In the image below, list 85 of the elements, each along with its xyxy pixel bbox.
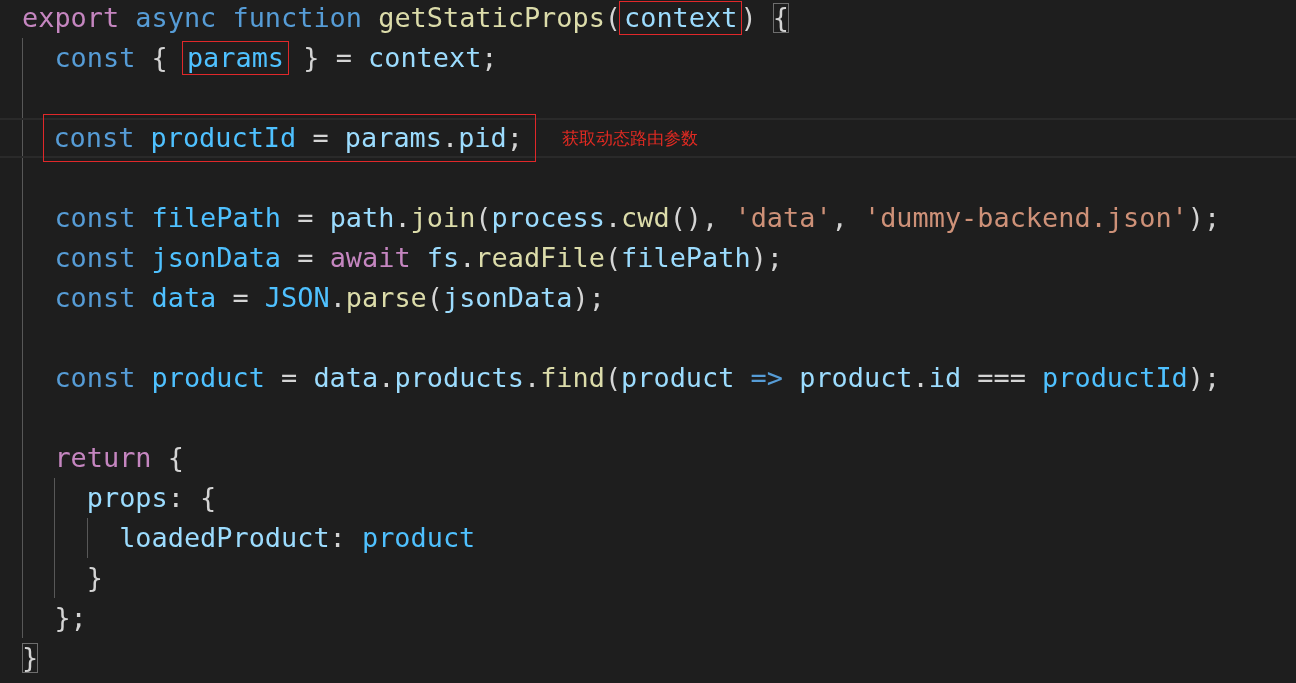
annotation-text: 获取动态路由参数 <box>561 126 698 150</box>
code-text: filePath <box>151 202 282 234</box>
code-text: => <box>750 362 783 394</box>
code-text: (), <box>669 202 719 234</box>
code-text: export <box>22 2 120 34</box>
code-text: = <box>297 202 314 234</box>
code-text: const <box>53 122 135 154</box>
code-text: productId <box>150 122 297 154</box>
code-text: process <box>491 202 605 234</box>
code-text: 'dummy-backend.json' <box>863 202 1188 234</box>
code-text: product <box>151 362 265 394</box>
code-text: async <box>135 2 217 34</box>
code-text: getStaticProps <box>378 2 605 34</box>
code-text: = <box>232 282 249 314</box>
code-text: ); <box>572 282 605 314</box>
code-text: data <box>151 282 217 314</box>
code-text: ( <box>426 282 443 314</box>
code-text: loadedProduct <box>119 522 330 554</box>
code-text: const <box>54 362 136 394</box>
code-text: = <box>312 122 329 154</box>
code-text: product <box>362 522 476 554</box>
code-text: . <box>378 362 395 394</box>
code-text: ; <box>481 42 498 74</box>
code-text: return <box>54 442 152 474</box>
code-text: } <box>22 642 39 674</box>
code-text: , <box>831 202 848 234</box>
code-text: : <box>167 482 184 514</box>
code-text: jsonData <box>151 242 282 274</box>
code-text: ( <box>475 202 492 234</box>
code-text: . <box>441 122 459 154</box>
code-text: id <box>928 362 962 394</box>
code-text: . <box>459 242 476 274</box>
code-text: = <box>335 42 352 74</box>
code-text: await <box>329 242 411 274</box>
code-text: const <box>54 242 136 274</box>
code-text: readFile <box>475 242 605 274</box>
code-text: . <box>394 202 411 234</box>
code-text: parse <box>345 282 427 314</box>
code-text: { <box>200 482 217 514</box>
code-text: product <box>621 362 735 394</box>
code-text: ); <box>1187 362 1221 394</box>
code-text: data <box>313 362 379 394</box>
code-text: ); <box>1187 202 1221 234</box>
code-text: ( <box>604 362 622 394</box>
code-text: find <box>540 362 605 394</box>
code-text: path <box>329 202 395 234</box>
code-text: filePath <box>621 242 751 274</box>
code-text: : <box>329 522 346 554</box>
code-text: const <box>54 42 136 74</box>
code-text: pid <box>458 122 507 154</box>
code-text: props <box>86 482 168 514</box>
code-text: === <box>977 362 1026 394</box>
code-text: const <box>54 202 136 234</box>
code-text: { <box>772 2 789 34</box>
code-text: products <box>394 362 524 394</box>
code-text: ) <box>740 2 757 34</box>
code-text: } <box>303 42 320 74</box>
code-text: params <box>183 42 288 74</box>
code-text: product <box>799 362 913 394</box>
code-text: . <box>912 362 929 394</box>
code-text: cwd <box>621 202 670 234</box>
code-text: join <box>410 202 476 234</box>
code-text: function <box>232 2 362 34</box>
code-text: fs <box>426 242 460 274</box>
code-text: ; <box>506 122 523 154</box>
code-text: { <box>167 442 184 474</box>
code-text: ( <box>604 2 622 34</box>
code-text: ); <box>750 242 783 274</box>
code-text: { <box>151 42 168 74</box>
code-text: }; <box>54 602 87 634</box>
code-text: productId <box>1042 362 1188 394</box>
code-text: JSON <box>264 282 330 314</box>
code-text: jsonData <box>443 282 573 314</box>
code-text: const <box>54 282 136 314</box>
code-text: . <box>604 202 622 234</box>
code-text: params <box>344 122 442 154</box>
code-text: } <box>86 562 103 594</box>
code-text: . <box>523 362 541 394</box>
code-text: = <box>297 242 314 274</box>
code-text: context <box>621 2 741 34</box>
code-text: ( <box>604 242 622 274</box>
code-text: context <box>368 42 482 74</box>
code-text: 'data' <box>734 202 832 234</box>
code-text: . <box>329 282 346 314</box>
code-text: = <box>281 362 298 394</box>
